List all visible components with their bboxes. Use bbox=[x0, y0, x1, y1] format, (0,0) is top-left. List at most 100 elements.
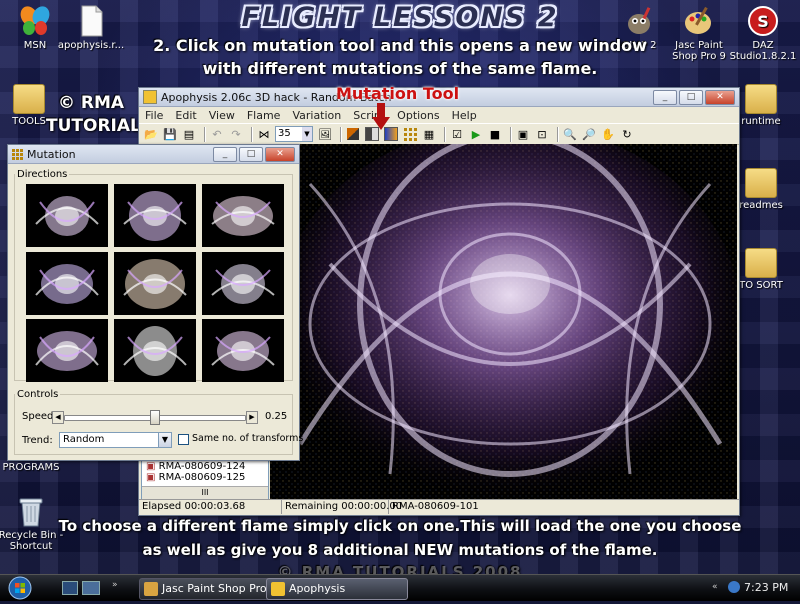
menu-edit[interactable]: Edit bbox=[175, 109, 196, 122]
mutation-preview bbox=[123, 259, 187, 309]
list-item-label: RMA-080609-124 bbox=[158, 461, 246, 472]
slider-thumb[interactable] bbox=[150, 410, 160, 425]
taskbar-item-paint-shop-pro[interactable]: Jasc Paint Shop Pro ... bbox=[139, 578, 285, 600]
close-button[interactable]: ✕ bbox=[265, 146, 295, 162]
mutation-thumbnail[interactable] bbox=[202, 252, 284, 315]
chevron-down-icon: ▼ bbox=[158, 433, 171, 447]
maximize-button[interactable]: □ bbox=[239, 146, 263, 162]
batch-size-select[interactable]: 35 ▼ bbox=[275, 126, 313, 142]
minimize-button[interactable]: _ bbox=[213, 146, 237, 162]
clock[interactable]: 7:23 PM bbox=[744, 581, 788, 594]
speed-slider[interactable]: ◀ ▶ bbox=[52, 410, 258, 425]
controls-label: Controls bbox=[17, 389, 59, 400]
rma-tutorial: TUTORIAL bbox=[46, 116, 141, 136]
remaining-time: Remaining 00:00:00.00 bbox=[282, 500, 402, 514]
mutation-titlebar[interactable]: Mutation _ □ ✕ bbox=[8, 145, 299, 164]
mutation-thumbnail[interactable] bbox=[114, 252, 196, 315]
favorites-icon[interactable]: ▦ bbox=[421, 126, 437, 142]
menu-file[interactable]: File bbox=[145, 109, 163, 122]
zoom-in-icon[interactable]: 🔍 bbox=[562, 126, 578, 142]
mutation-thumbnail[interactable] bbox=[26, 319, 108, 382]
trend-label: Trend: bbox=[22, 435, 53, 446]
preview-icon[interactable]: ⊡ bbox=[534, 126, 550, 142]
toolbar-separator bbox=[340, 126, 341, 142]
rma-copyright: © RMA bbox=[58, 93, 125, 113]
gimp-icon bbox=[622, 4, 656, 38]
rotate-icon[interactable]: ↻ bbox=[619, 126, 635, 142]
status-bar: Elapsed 00:00:03.68 Remaining 00:00:00.0… bbox=[139, 499, 739, 514]
folder-icon bbox=[745, 248, 777, 278]
export-icon[interactable]: ▤ bbox=[181, 126, 197, 142]
svg-text:S: S bbox=[757, 12, 769, 31]
mutation-window-icon bbox=[12, 148, 23, 160]
switch-windows-icon[interactable] bbox=[82, 581, 100, 595]
desktop-icon-label: runtime bbox=[741, 116, 781, 127]
open-icon[interactable]: 📂 bbox=[143, 126, 159, 142]
list-item[interactable]: ▣ RMA-080609-124 bbox=[142, 461, 268, 473]
save-icon[interactable]: 💾 bbox=[162, 126, 178, 142]
desktop-icon-programs[interactable]: PROGRAMS bbox=[0, 462, 66, 473]
faded-copyright: © RMA TUTORIALS 2008 bbox=[277, 563, 523, 574]
flame-list[interactable]: ▣ RMA-080609-124 ▣ RMA-080609-125 III bbox=[141, 460, 269, 500]
undo-icon[interactable]: ↶ bbox=[209, 126, 225, 142]
close-button[interactable]: ✕ bbox=[705, 89, 735, 105]
tray-expand-icon[interactable]: « bbox=[712, 582, 718, 592]
flame-preview[interactable] bbox=[270, 144, 737, 499]
list-item[interactable]: ▣ RMA-080609-125 bbox=[142, 473, 268, 482]
mutation-thumbnail[interactable] bbox=[114, 184, 196, 247]
taskbar-item-apophysis[interactable]: Apophysis bbox=[266, 578, 408, 600]
scrollbar-grip: III bbox=[201, 488, 209, 497]
fullscreen-icon[interactable]: 🖼 bbox=[317, 126, 333, 142]
editor-icon[interactable] bbox=[345, 126, 361, 142]
batch-size-value: 35 bbox=[278, 128, 291, 139]
toolbar-separator bbox=[204, 126, 205, 142]
mutation-thumbnail[interactable] bbox=[202, 184, 284, 247]
slider-left-arrow[interactable]: ◀ bbox=[52, 411, 64, 424]
mutation-thumbnail[interactable] bbox=[26, 252, 108, 315]
start-button[interactable] bbox=[6, 575, 36, 601]
menu-variation[interactable]: Variation bbox=[292, 109, 341, 122]
menu-options[interactable]: Options bbox=[397, 109, 439, 122]
slider-right-arrow[interactable]: ▶ bbox=[246, 411, 258, 424]
mutation-tool-icon[interactable] bbox=[402, 126, 418, 142]
main-toolbar: 📂 💾 ▤ ↶ ↷ ⋈ 35 ▼ 🖼 ▦ ☑ ▶ ■ ▣ ⊡ 🔍 🔎 ✋ ↻ bbox=[139, 123, 739, 145]
trend-value: Random bbox=[63, 434, 105, 445]
trend-select[interactable]: Random ▼ bbox=[59, 432, 172, 448]
mutation-preview bbox=[123, 326, 187, 376]
render-icon[interactable]: ☑ bbox=[449, 126, 465, 142]
paint-shop-pro-icon bbox=[682, 4, 716, 38]
menu-help[interactable]: Help bbox=[452, 109, 477, 122]
taskbar-item-label: Jasc Paint Shop Pro ... bbox=[162, 582, 281, 595]
desktop-icon-label: readmes bbox=[739, 200, 783, 211]
toolbar-separator bbox=[444, 126, 445, 142]
folder-icon bbox=[745, 84, 777, 114]
menu-view[interactable]: View bbox=[209, 109, 235, 122]
quicklaunch-expand-icon[interactable]: » bbox=[112, 580, 118, 590]
maximize-button[interactable]: □ bbox=[679, 89, 703, 105]
mutation-thumbnail[interactable] bbox=[114, 319, 196, 382]
play-icon[interactable]: ▶ bbox=[468, 126, 484, 142]
help-tray-icon[interactable] bbox=[728, 581, 740, 593]
stop-icon[interactable]: ■ bbox=[487, 126, 503, 142]
same-transforms-label: Same no. of transforms bbox=[192, 433, 304, 444]
list-horizontal-scrollbar[interactable]: III bbox=[142, 486, 268, 499]
desktop-icon-label: PROGRAMS bbox=[2, 462, 60, 473]
same-transforms-checkbox[interactable] bbox=[178, 434, 189, 445]
mutation-preview bbox=[211, 264, 275, 304]
list-view-icon[interactable]: ▣ bbox=[515, 126, 531, 142]
menu-flame[interactable]: Flame bbox=[247, 109, 281, 122]
mutation-preview bbox=[211, 196, 275, 236]
zoom-out-icon[interactable]: 🔎 bbox=[581, 126, 597, 142]
elapsed-time: Elapsed 00:00:03.68 bbox=[139, 500, 282, 514]
folder-icon bbox=[745, 168, 777, 198]
desktop: FLIGHT LESSONS 2 MSN apophysis.r... GIMP… bbox=[0, 0, 800, 574]
redo-icon[interactable]: ↷ bbox=[228, 126, 244, 142]
random-batch-icon[interactable]: ⋈ bbox=[256, 126, 272, 142]
mutation-thumbnail[interactable] bbox=[202, 319, 284, 382]
minimize-button[interactable]: _ bbox=[653, 89, 677, 105]
toolbar-separator bbox=[510, 126, 511, 142]
show-desktop-icon[interactable] bbox=[62, 581, 78, 595]
window-title: Mutation bbox=[27, 147, 76, 161]
pan-hand-icon[interactable]: ✋ bbox=[600, 126, 616, 142]
mutation-thumbnail[interactable] bbox=[26, 184, 108, 247]
